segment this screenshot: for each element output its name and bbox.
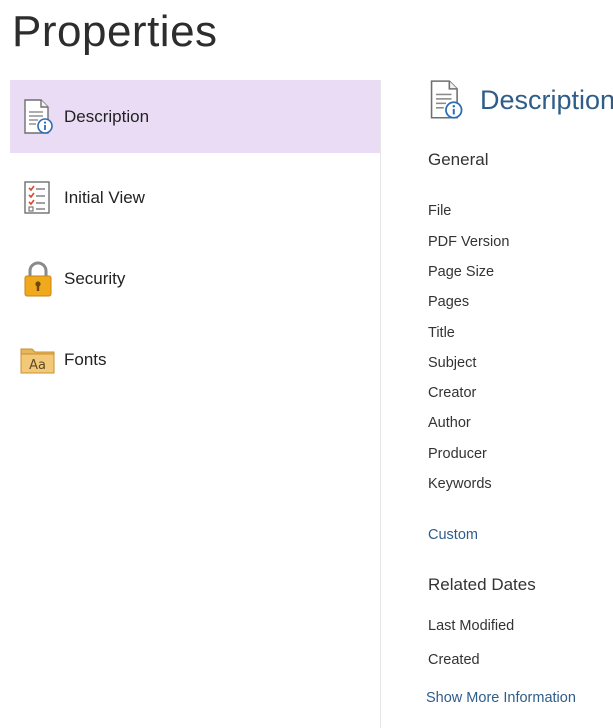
- sidebar-item-label: Fonts: [64, 349, 107, 369]
- show-more-information-link[interactable]: Show More Information: [426, 690, 576, 706]
- sidebar-item-security[interactable]: Security: [10, 242, 380, 315]
- field-label: Keywords: [428, 476, 492, 492]
- field-label: Last Modified: [428, 618, 515, 634]
- lock-icon: [20, 261, 56, 297]
- sidebar-item-label: Security: [64, 268, 126, 288]
- field-label: Title: [428, 325, 455, 341]
- field-label: Page Size: [428, 264, 495, 280]
- page-title: Properties: [12, 7, 218, 56]
- sidebar-item-label: Initial View: [64, 187, 145, 207]
- field-label: Pages: [428, 294, 470, 310]
- sidebar-item-description[interactable]: Description: [10, 80, 380, 153]
- section-heading-general: General: [428, 150, 489, 169]
- sidebar-item-label: Description: [64, 106, 150, 126]
- field-label: Author: [428, 415, 471, 431]
- sidebar: Description Initial View Security Aa Fon…: [10, 80, 380, 728]
- document-info-icon: [428, 80, 464, 120]
- sidebar-item-fonts[interactable]: Aa Fonts: [10, 323, 380, 396]
- field-label: Creator: [428, 385, 477, 401]
- field-label: PDF Version: [428, 234, 510, 250]
- custom-link[interactable]: Custom: [428, 527, 478, 543]
- divider: [380, 80, 381, 728]
- document-info-icon: [20, 98, 56, 135]
- field-label: File: [428, 203, 452, 219]
- field-label: Producer: [428, 446, 487, 462]
- checklist-icon: [20, 180, 56, 216]
- section-heading-related-dates: Related Dates: [428, 575, 536, 594]
- field-label: Subject: [428, 355, 477, 371]
- content-title: Description: [480, 85, 613, 115]
- font-folder-icon: Aa: [20, 342, 56, 378]
- field-label: Created: [428, 652, 480, 668]
- sidebar-item-initial-view[interactable]: Initial View: [10, 161, 380, 234]
- content-header: Description: [428, 80, 613, 120]
- svg-text:Aa: Aa: [29, 358, 46, 373]
